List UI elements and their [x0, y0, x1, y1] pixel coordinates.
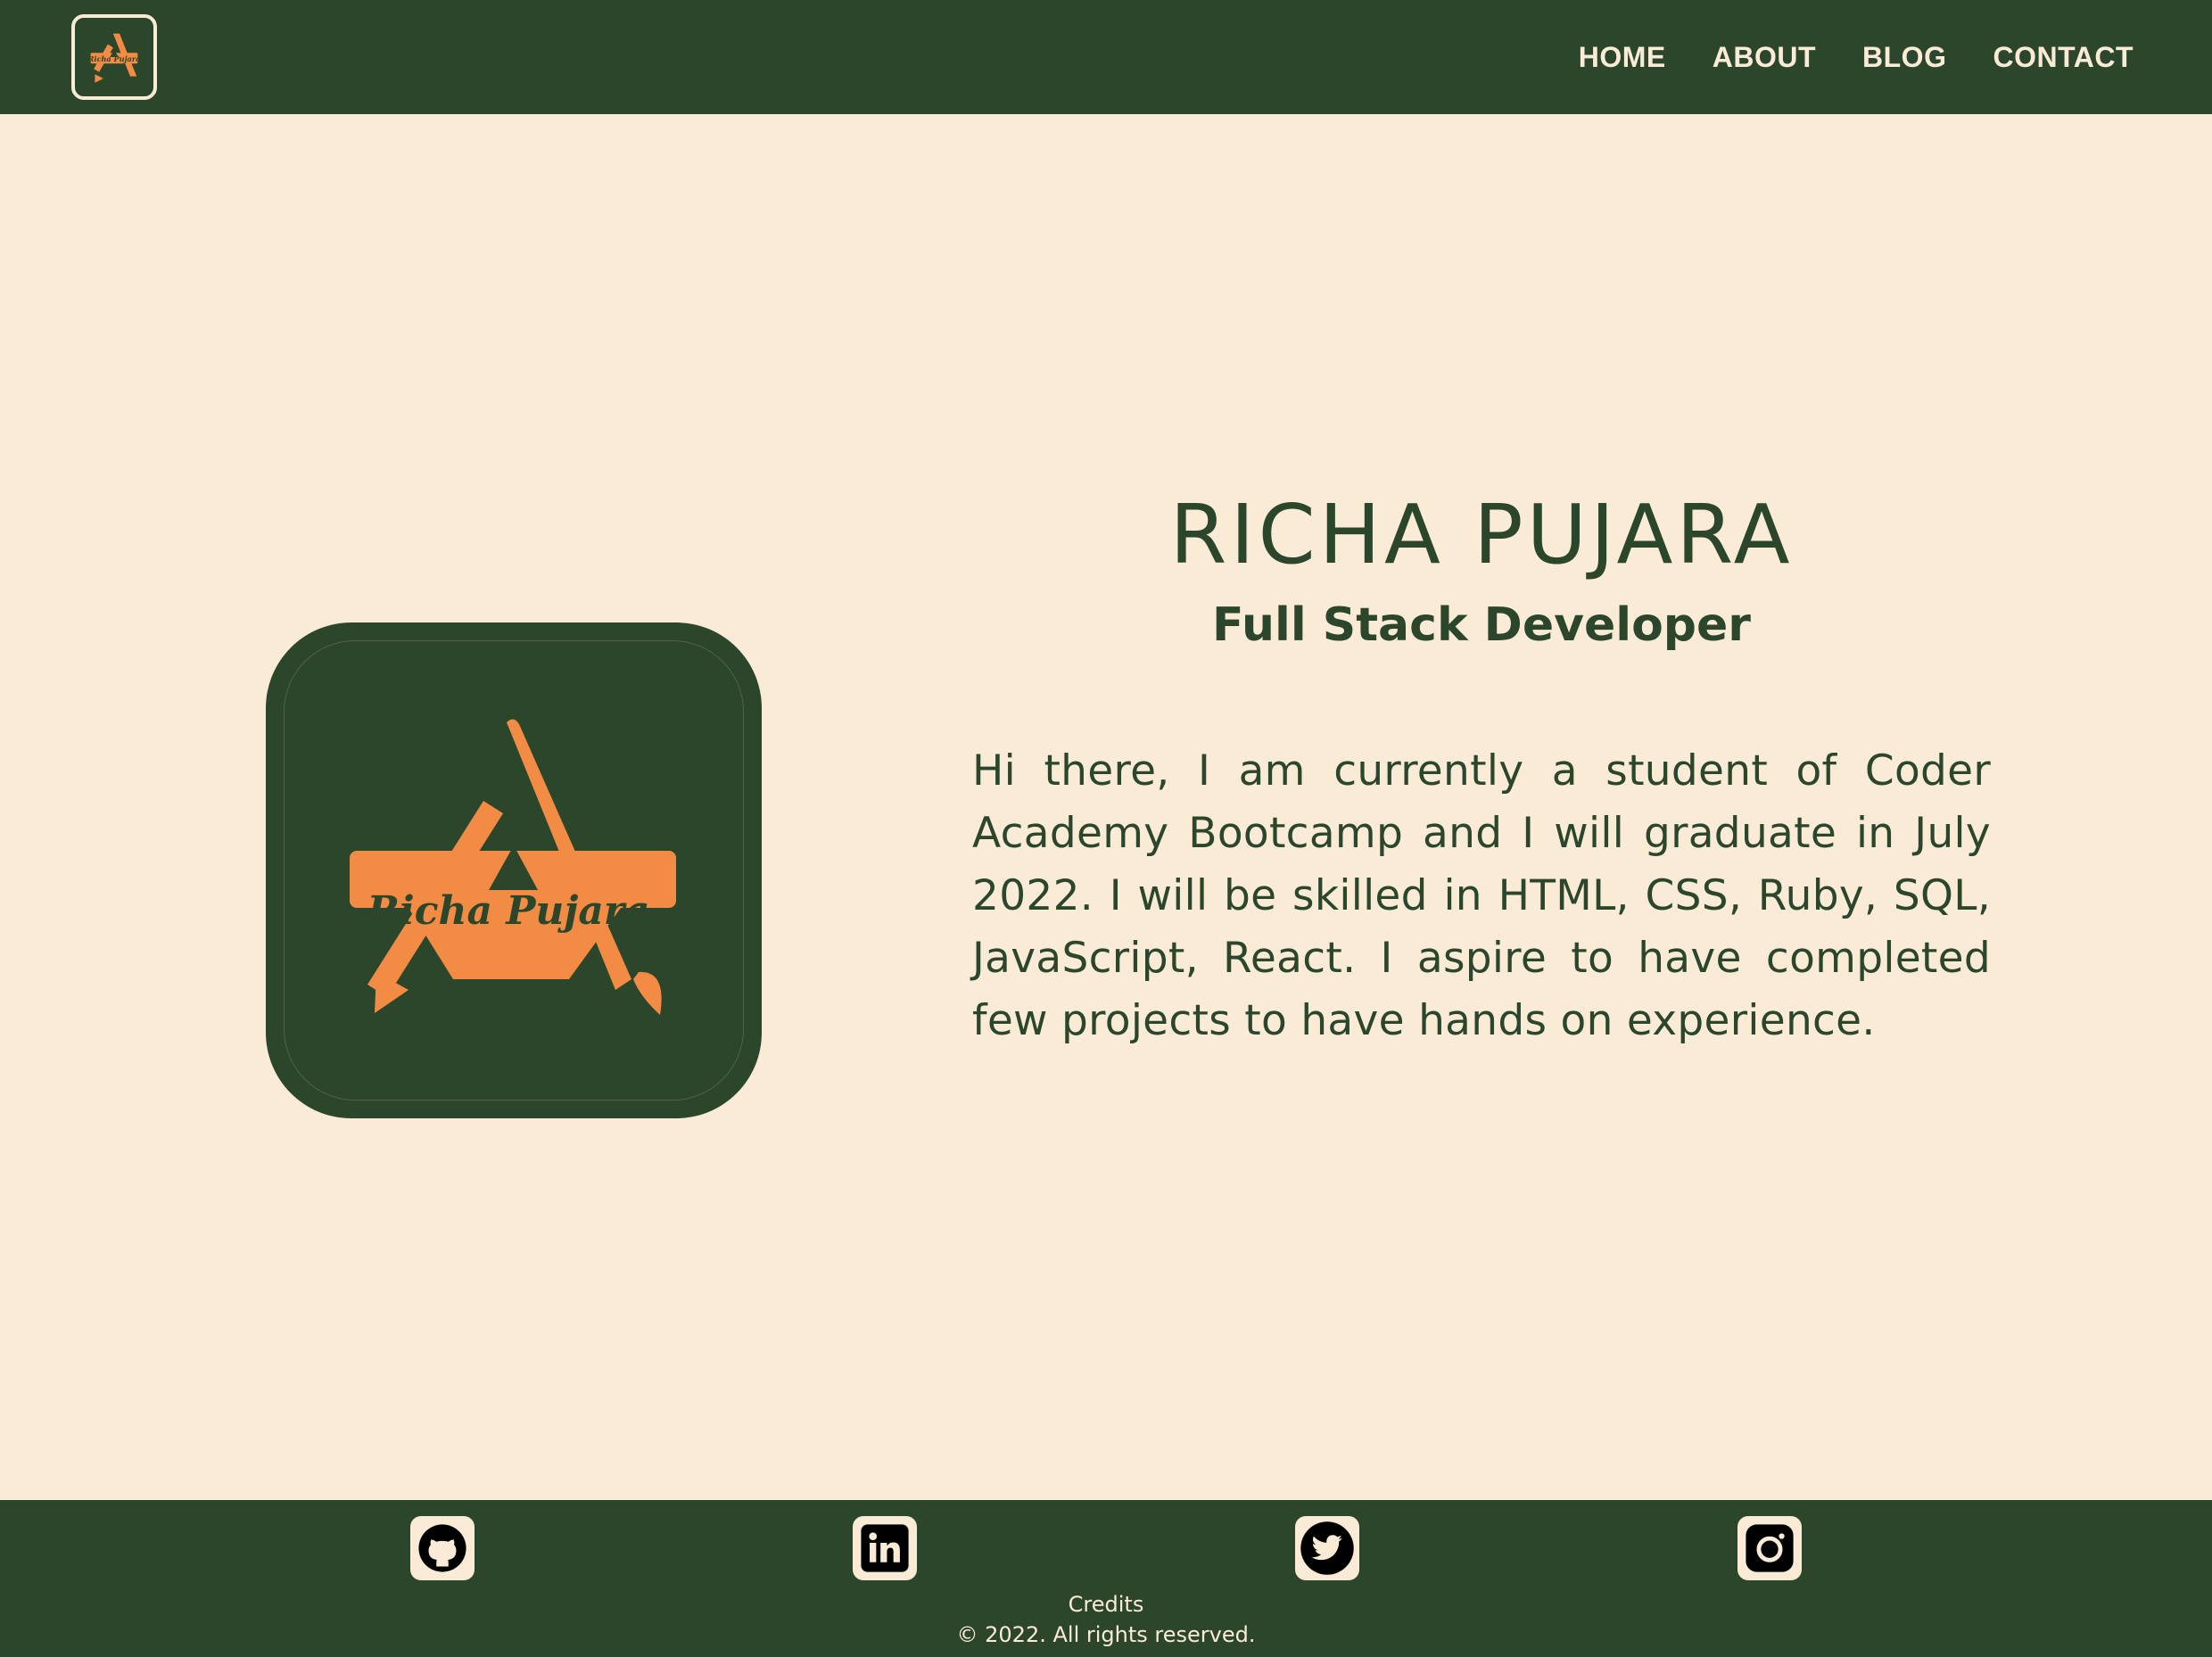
instagram-link[interactable] — [1737, 1516, 1802, 1580]
nav-blog-link[interactable]: BLOG — [1862, 41, 1946, 74]
nav-home-link[interactable]: HOME — [1579, 41, 1666, 74]
hero-logo: Richa Pujara — [266, 622, 762, 1118]
twitter-icon — [1300, 1521, 1354, 1575]
page-title: RICHA PUJARA — [1169, 487, 1794, 582]
role-subtitle: Full Stack Developer — [1212, 598, 1751, 652]
nav-contact-link[interactable]: CONTACT — [1993, 41, 2134, 74]
github-link[interactable] — [410, 1516, 475, 1580]
bio-paragraph: Hi there, I am currently a student of Co… — [972, 746, 1991, 1045]
linkedin-icon — [861, 1524, 909, 1572]
svg-text:Richa Pujara: Richa Pujara — [87, 54, 141, 63]
github-icon — [418, 1524, 466, 1572]
credits-block: Credits © 2022. All rights reserved. — [0, 1589, 2212, 1650]
intro-section: RICHA PUJARA Full Stack Developer Hi the… — [972, 482, 1991, 1052]
navbar: Richa Pujara HOME ABOUT BLOG CONTACT — [0, 0, 2212, 114]
footer: Credits © 2022. All rights reserved. — [0, 1500, 2212, 1657]
twitter-link[interactable] — [1295, 1516, 1359, 1580]
logo-icon: Richa Pujara — [87, 33, 141, 83]
instagram-icon — [1746, 1524, 1794, 1572]
logo-mark-icon: Richa Pujara — [350, 719, 676, 1015]
linkedin-link[interactable] — [853, 1516, 917, 1580]
credits-link[interactable]: Credits — [0, 1589, 2212, 1620]
logo-name-text: Richa Pujara — [365, 888, 649, 934]
nav-logo[interactable]: Richa Pujara — [71, 14, 157, 100]
nav-links: HOME ABOUT BLOG CONTACT — [1579, 0, 2134, 114]
copyright-text: © 2022. All rights reserved. — [956, 1622, 1256, 1647]
nav-about-link[interactable]: ABOUT — [1713, 41, 1816, 74]
